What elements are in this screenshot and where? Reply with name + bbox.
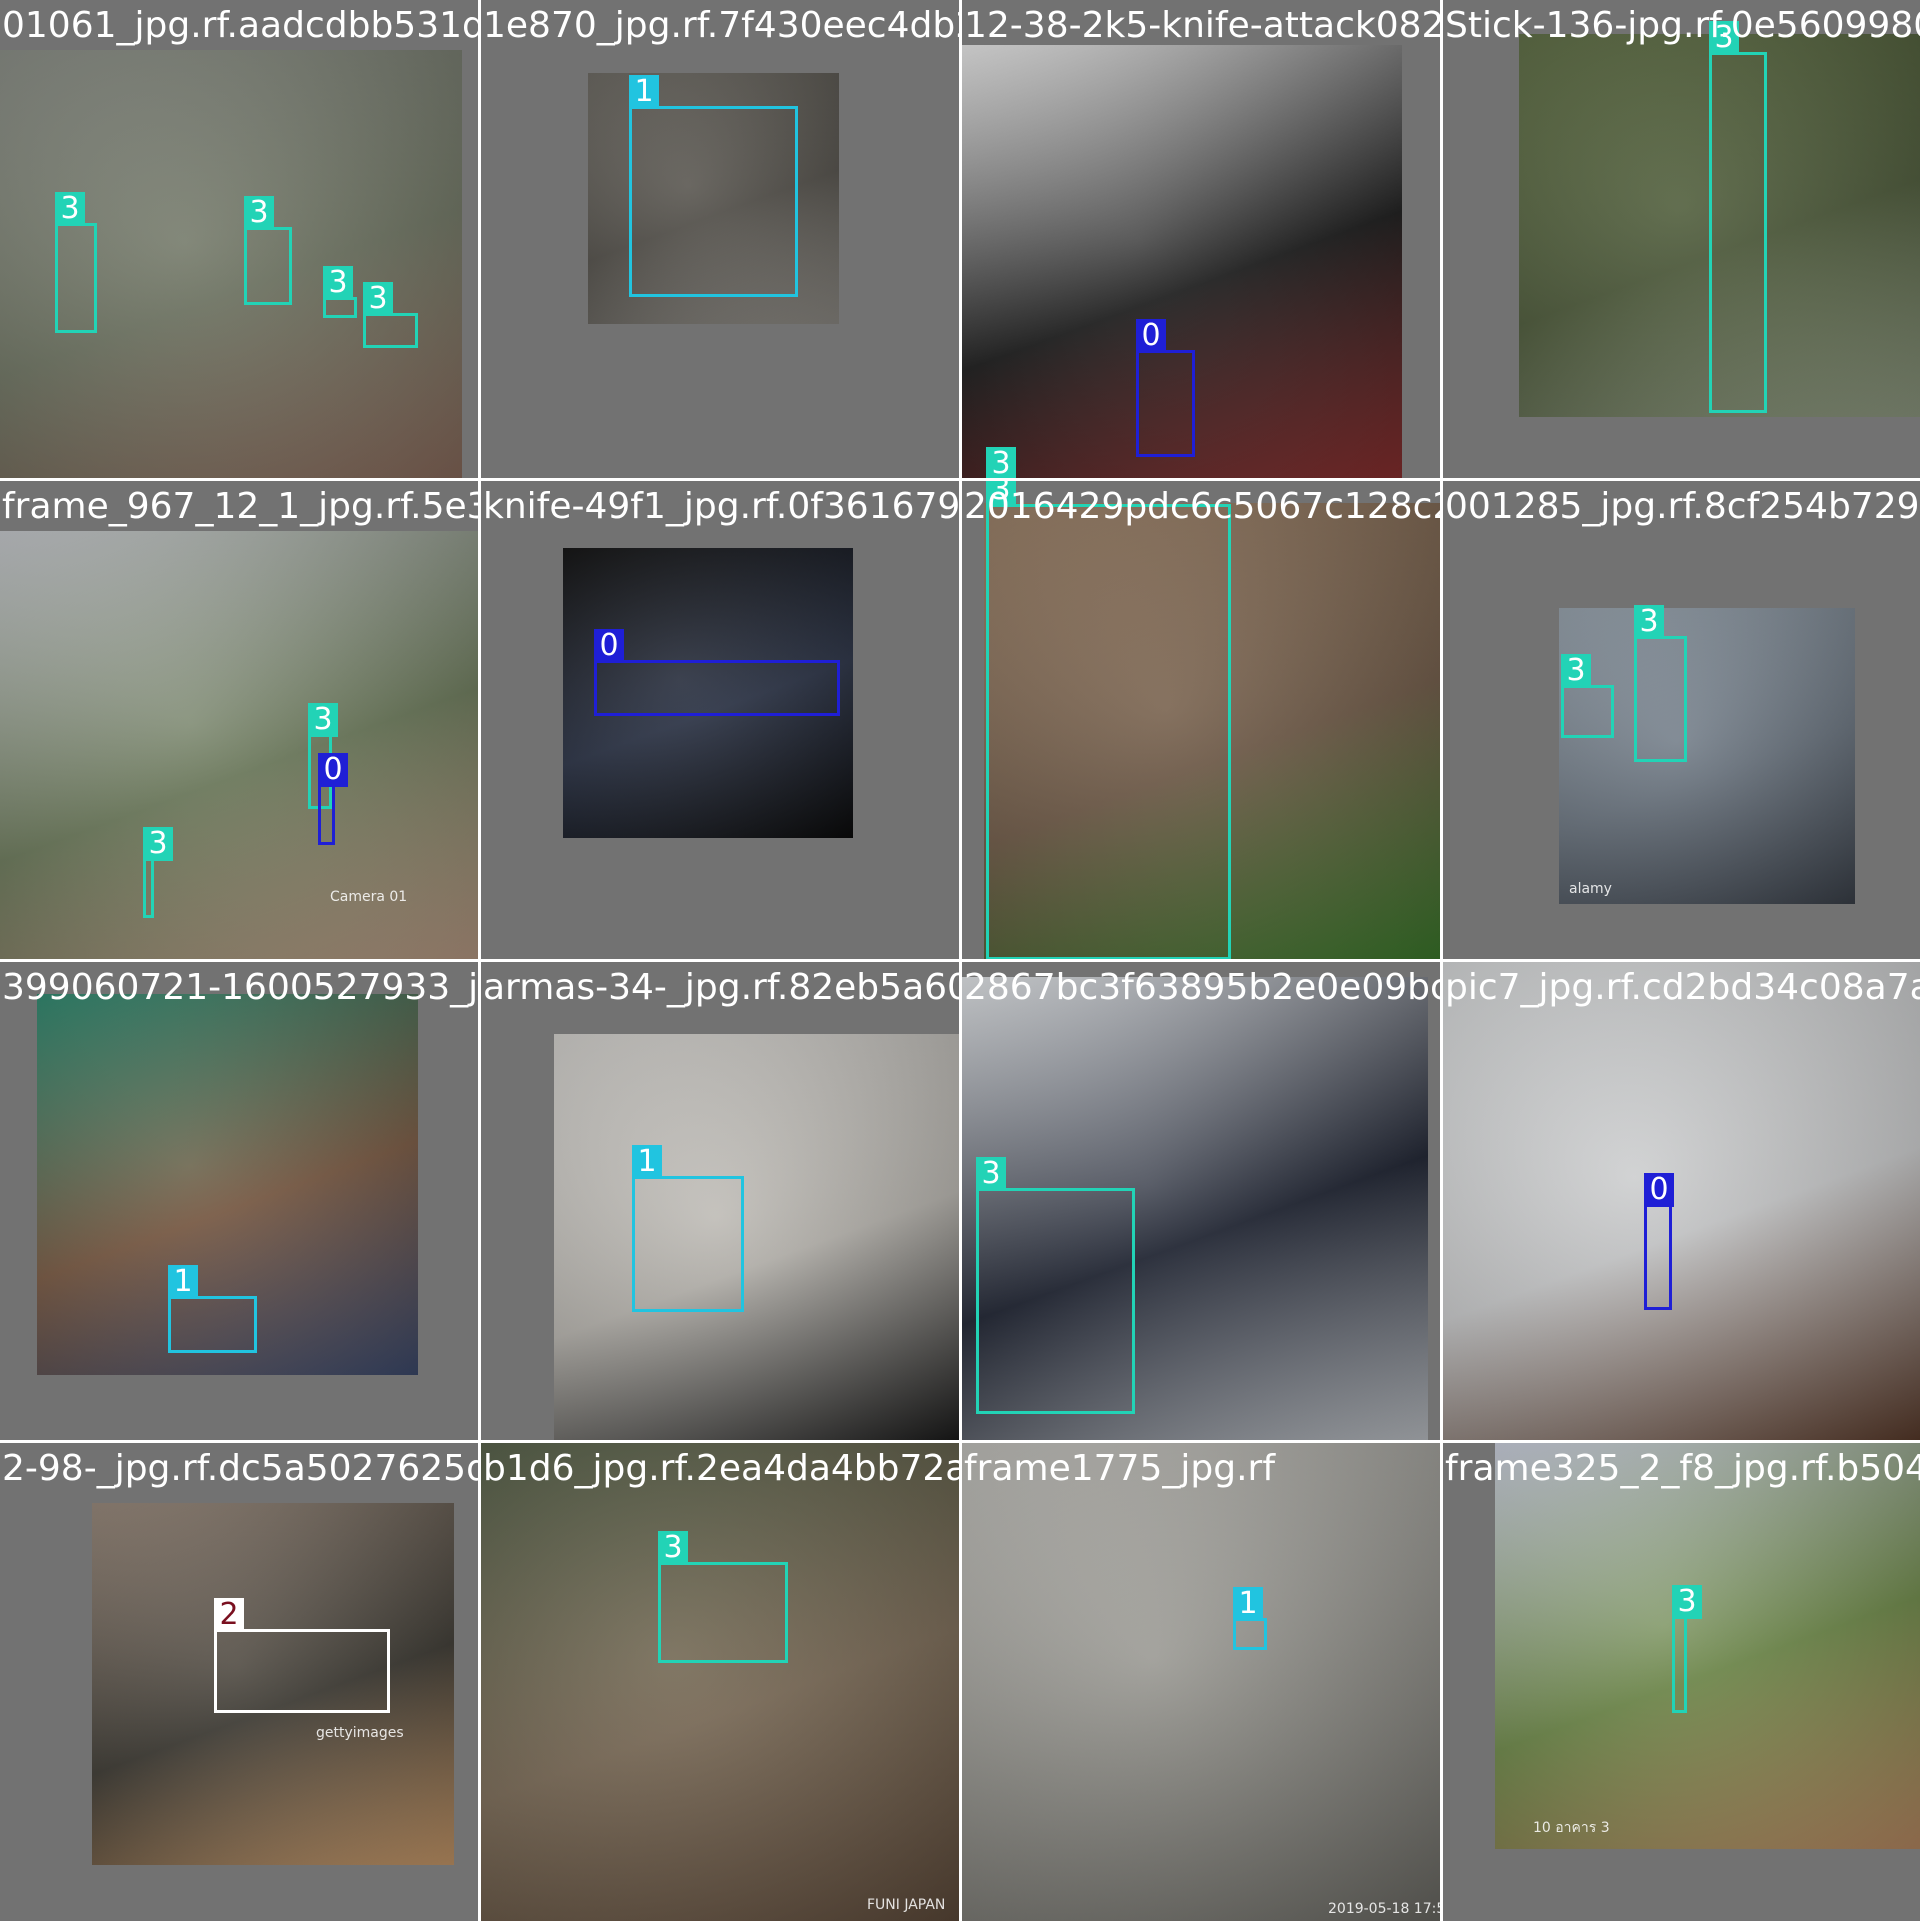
box-class-label: 3 bbox=[976, 1157, 1006, 1191]
bounding-box: 3 bbox=[1634, 605, 1687, 762]
bounding-box: 3 bbox=[244, 196, 292, 305]
sample-photo bbox=[554, 1034, 959, 1440]
mosaic-tile: 3 Stick-136-jpg.rf.0e5609980 bbox=[1443, 0, 1920, 478]
tile-filename: knife-49f1_jpg.rf.0f3616797bc bbox=[483, 486, 959, 527]
bounding-box: 1 bbox=[629, 75, 798, 297]
tile-filename: armas-34-_jpg.rf.82eb5a602 bbox=[483, 967, 959, 1008]
bounding-box: 0 bbox=[318, 753, 348, 845]
bounding-box: 3 bbox=[1561, 654, 1614, 738]
mosaic-tile: gettyimages 2 2-98-_jpg.rf.dc5a5027625da80… bbox=[0, 1443, 478, 1921]
box-class-label: 3 bbox=[1561, 654, 1591, 688]
mosaic-tile: alamy 3 3 001285_jpg.rf.8cf254b7294c bbox=[1443, 481, 1920, 959]
box-class-label: 2 bbox=[214, 1598, 244, 1632]
image-watermark: alamy bbox=[1569, 881, 1612, 897]
bounding-box: 3 bbox=[976, 1157, 1135, 1414]
tile-filename: 1e870_jpg.rf.7f430eec4db21 bbox=[483, 5, 959, 46]
mosaic-tile: 3 2867bc3f63895b2e0e09bc91f1bb681d92 bbox=[962, 962, 1440, 1440]
bounding-box: 3 bbox=[1709, 21, 1767, 413]
box-class-label: 3 bbox=[363, 282, 393, 316]
image-watermark: 10 อาคาร 3 bbox=[1533, 1820, 1610, 1836]
image-watermark: 2019-05-18 17:5 bbox=[1328, 1901, 1440, 1917]
bounding-box: 3 bbox=[658, 1531, 788, 1663]
mosaic-tile: 0 3 12-38-2k5-knife-attack0824_jpg.rf bbox=[962, 0, 1440, 478]
bounding-box: 3 bbox=[323, 266, 357, 318]
bounding-box: 0 bbox=[1136, 319, 1195, 457]
bounding-box: 3 bbox=[986, 481, 1231, 959]
tile-filename: 001285_jpg.rf.8cf254b7294c bbox=[1445, 486, 1920, 527]
mosaic-tile: Camera 01 3 0 3 frame_967_12_1_jpg.rf.5e31c0… bbox=[0, 481, 478, 959]
bounding-box: 1 bbox=[632, 1145, 744, 1312]
tile-filename: 2867bc3f63895b2e0e09bc91f1bb681d92 bbox=[964, 967, 1440, 1008]
mosaic-tile: 1 armas-34-_jpg.rf.82eb5a602 bbox=[481, 962, 959, 1440]
sample-photo bbox=[481, 1443, 959, 1921]
tile-filename: 12-38-2k5-knife-attack0824_jpg.rf bbox=[964, 5, 1440, 46]
mosaic-tile: 0 knife-49f1_jpg.rf.0f3616797bc bbox=[481, 481, 959, 959]
mosaic-tile: FUNI JAPAN 3 b1d6_jpg.rf.2ea4da4bb72aa34fb… bbox=[481, 1443, 959, 1921]
image-watermark: gettyimages bbox=[316, 1725, 404, 1741]
tile-filename: b1d6_jpg.rf.2ea4da4bb72aa34fb9f00 bbox=[483, 1448, 959, 1489]
bounding-box: 3 bbox=[1672, 1585, 1702, 1713]
bounding-box: 1 bbox=[1233, 1587, 1267, 1650]
box-class-label: 3 bbox=[55, 192, 85, 226]
bounding-box: 1 bbox=[168, 1265, 257, 1353]
bounding-box: 2 bbox=[214, 1598, 390, 1713]
box-class-label: 3 bbox=[143, 827, 173, 861]
image-watermark: Camera 01 bbox=[330, 889, 408, 905]
image-watermark: FUNI JAPAN bbox=[867, 1897, 946, 1913]
tile-filename: 399060721-1600527933_jpeg.rf.4ce1569 bbox=[2, 967, 478, 1008]
mosaic-tile: 0 pic7_jpg.rf.cd2bd34c08a7a bbox=[1443, 962, 1920, 1440]
bounding-box: 0 bbox=[1644, 1173, 1674, 1310]
box-class-label: 1 bbox=[629, 75, 659, 109]
box-class-label: 3 bbox=[986, 447, 1016, 478]
tile-filename: frame_967_12_1_jpg.rf.5e31c09fe4f11f301e… bbox=[2, 486, 478, 527]
bounding-box: 0 bbox=[594, 629, 840, 716]
box-class-label: 3 bbox=[1672, 1585, 1702, 1619]
tile-filename: 2016429pdc6c5067c128c276302895ea4f9f bbox=[964, 486, 1440, 527]
mosaic-tile: 2019-05-18 17:5 1 frame1775_jpg.rf bbox=[962, 1443, 1440, 1921]
mosaic-grid: 333301061_jpg.rf.aadcdbb531da0e870032671… bbox=[0, 0, 1920, 1921]
sample-photo bbox=[1495, 1443, 1920, 1849]
sample-photo bbox=[1559, 608, 1855, 904]
box-class-label: 3 bbox=[244, 196, 274, 230]
bounding-box: 3 bbox=[363, 282, 418, 348]
tile-filename: 01061_jpg.rf.aadcdbb531da0e8700326710f4f… bbox=[2, 5, 478, 46]
mosaic-tile: 333301061_jpg.rf.aadcdbb531da0e870032671… bbox=[0, 0, 478, 478]
bounding-box: 3 bbox=[55, 192, 97, 333]
tile-filename: 2-98-_jpg.rf.dc5a5027625da80046439a7f274… bbox=[2, 1448, 478, 1489]
box-class-label: 3 bbox=[308, 703, 338, 737]
tile-filename: Stick-136-jpg.rf.0e5609980 bbox=[1445, 5, 1920, 46]
box-class-label: 3 bbox=[658, 1531, 688, 1565]
tile-filename: frame1775_jpg.rf bbox=[964, 1448, 1275, 1489]
sample-photo bbox=[1443, 962, 1920, 1440]
box-class-label: 0 bbox=[1136, 319, 1166, 353]
box-class-label: 1 bbox=[632, 1145, 662, 1179]
tile-filename: frame325_2_f8_jpg.rf.b504a bbox=[1445, 1448, 1920, 1489]
box-class-label: 3 bbox=[1634, 605, 1664, 639]
mosaic-tile: 32016429pdc6c5067c128c276302895ea4f9f bbox=[962, 481, 1440, 959]
box-class-label: 1 bbox=[1233, 1587, 1263, 1621]
mosaic-tile: 10 อาคาร 3 3 frame325_2_f8_jpg.rf.b504a bbox=[1443, 1443, 1920, 1921]
mosaic-tile: 1 1e870_jpg.rf.7f430eec4db21 bbox=[481, 0, 959, 478]
box-class-label: 0 bbox=[1644, 1173, 1674, 1207]
mosaic-tile: 1 399060721-1600527933_jpeg.rf.4ce1569 bbox=[0, 962, 478, 1440]
box-class-label: 0 bbox=[318, 753, 348, 787]
tile-filename: pic7_jpg.rf.cd2bd34c08a7a bbox=[1445, 967, 1920, 1008]
sample-photo bbox=[962, 1443, 1440, 1921]
box-class-label: 1 bbox=[168, 1265, 198, 1299]
box-class-label: 0 bbox=[594, 629, 624, 663]
box-class-label: 3 bbox=[323, 266, 353, 300]
bounding-box: 3 bbox=[143, 827, 173, 918]
